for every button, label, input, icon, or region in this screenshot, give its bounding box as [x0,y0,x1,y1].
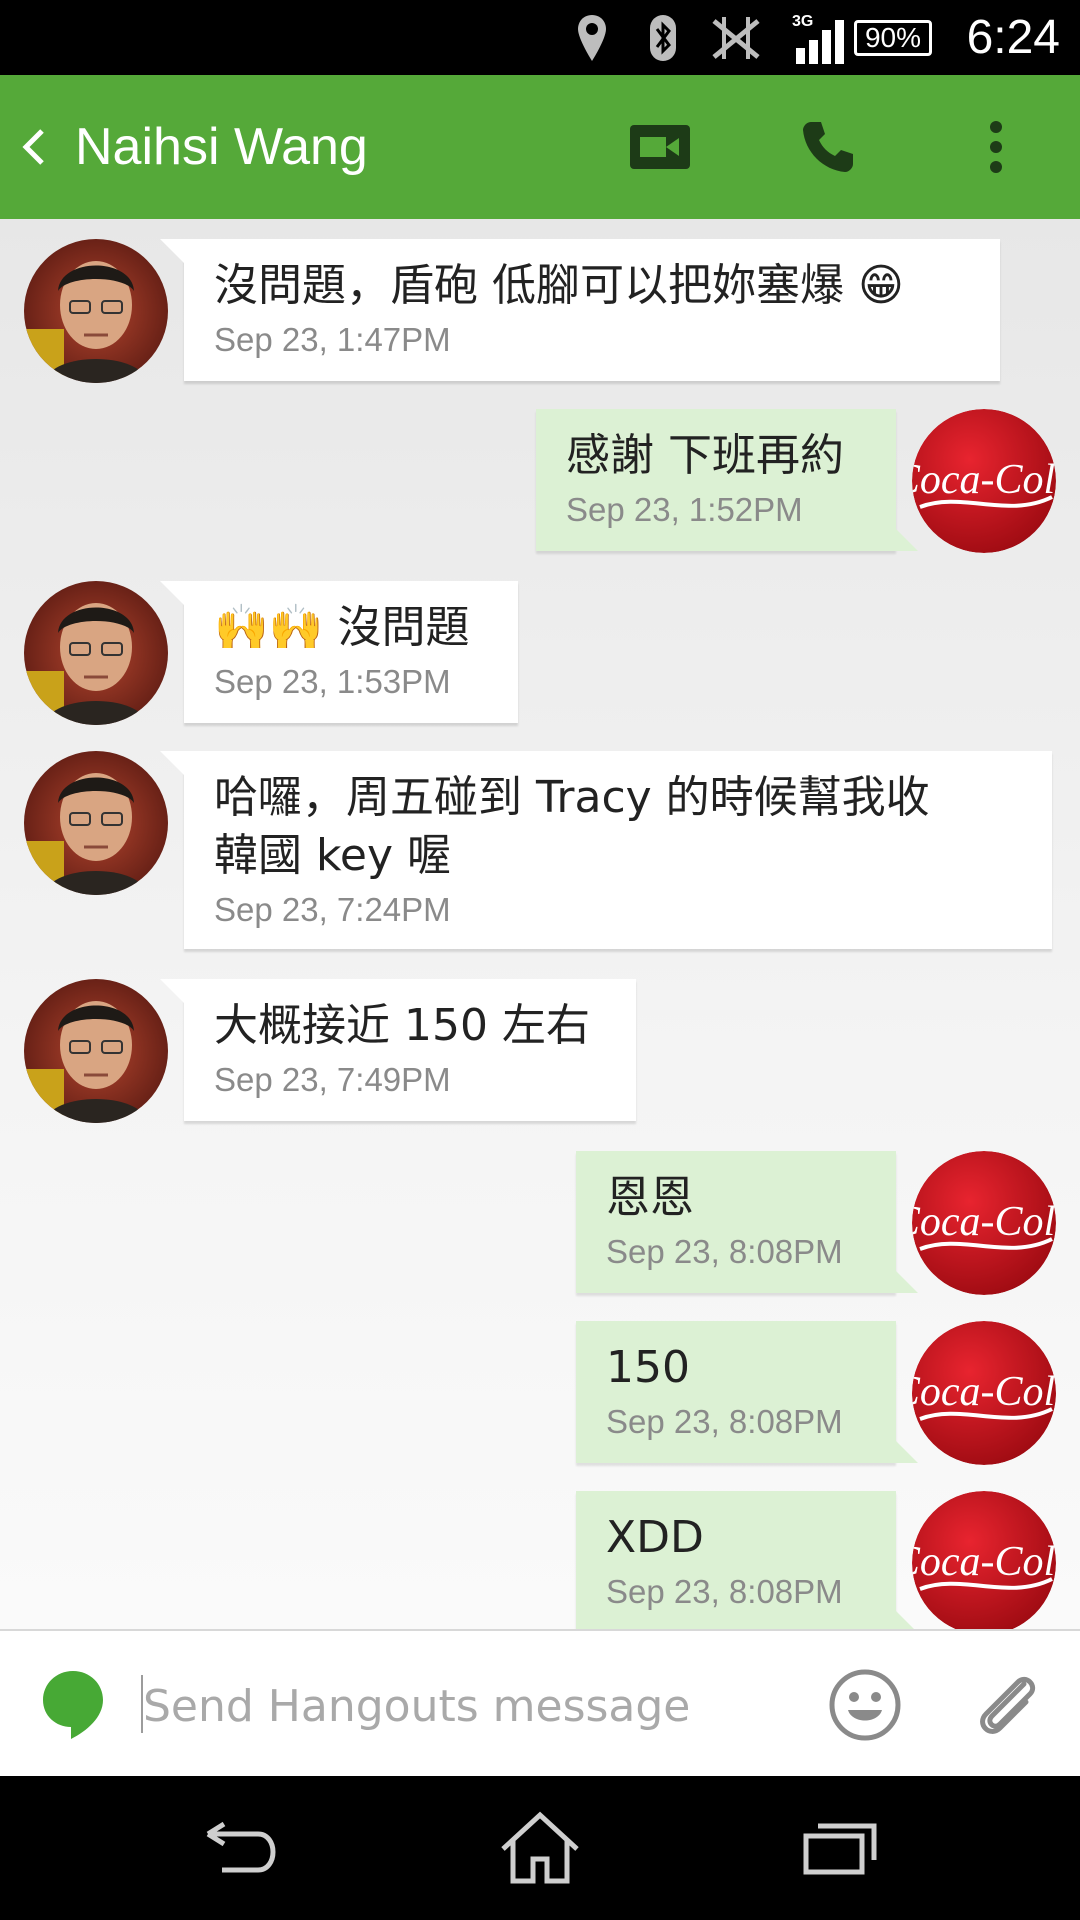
message-bubble-outgoing[interactable]: 恩恩 Sep 23, 8:08PM [576,1151,918,1293]
contact-avatar[interactable] [24,581,168,725]
message-timestamp: Sep 23, 8:08PM [606,1403,843,1440]
message-bubble-incoming[interactable]: 大概接近 150 左右 Sep 23, 7:49PM [160,979,636,1121]
message-timestamp: Sep 23, 8:08PM [606,1573,843,1610]
message-timestamp: Sep 23, 8:08PM [606,1233,843,1270]
my-avatar[interactable]: Coca-Cola [912,1491,1056,1629]
message-text: 🙌🙌 沒問題 [214,602,470,653]
contact-avatar[interactable] [24,239,168,383]
message-text: 哈囉，周五碰到 Tracy 的時候幫我收 韓國 key 喔 [214,772,930,881]
battery-indicator: 90% [854,0,932,75]
nav-home-button[interactable] [460,1776,620,1920]
message-timestamp: Sep 23, 1:52PM [566,491,803,528]
compose-bar [0,1629,1080,1778]
coca-cola-logo-text: Coca-Cola [912,1539,1056,1585]
location-icon [575,0,609,75]
message-bubble-incoming[interactable]: 哈囉，周五碰到 Tracy 的時候幫我收 韓國 key 喔 Sep 23, 7:… [160,751,1052,949]
my-avatar[interactable]: Coca-Cola [912,1321,1056,1465]
nav-recents-button[interactable] [760,1776,920,1920]
message-bubble-incoming[interactable]: 沒問題，盾砲 低腳可以把妳塞爆 😁 Sep 23, 1:47PM [160,239,1000,381]
message-text: 大概接近 150 左右 [214,1000,590,1051]
message-bubble-outgoing[interactable]: XDD Sep 23, 8:08PM [576,1491,918,1629]
system-nav-bar [0,1776,1080,1920]
home-icon [501,1811,579,1884]
coca-cola-logo-text: Coca-Cola [912,1369,1056,1415]
my-avatar[interactable]: Coca-Cola [912,409,1056,553]
recent-apps-icon [803,1823,877,1875]
clock: 6:24 [966,11,1060,64]
message-bubble-outgoing[interactable]: 感謝 下班再約 Sep 23, 1:52PM [536,409,918,551]
paperclip-icon [980,1676,1036,1734]
phone-icon [803,122,853,172]
video-camera-icon [630,125,690,169]
bluetooth-icon [648,0,678,75]
message-input[interactable] [143,1671,783,1741]
voice-call-button[interactable] [778,75,878,219]
my-avatar[interactable]: Coca-Cola [912,1151,1056,1295]
video-call-button[interactable] [610,75,710,219]
network-type: 3G [792,13,813,30]
message-text: 150 [606,1342,690,1393]
message-text: 沒問題，盾砲 低腳可以把妳塞爆 😁 [214,260,904,311]
status-bar: 3G 90% 6:24 [0,0,1080,75]
contact-avatar[interactable] [24,751,168,895]
signal-icon: 3G [792,0,850,75]
smiley-icon [829,1669,901,1740]
chevron-left-icon [22,129,44,165]
message-text: XDD [606,1512,704,1563]
contact-avatar[interactable] [24,979,168,1123]
nfc-icon [708,0,764,75]
attach-button[interactable] [962,1631,1052,1778]
app-bar: Naihsi Wang [0,75,1080,219]
back-arrow-icon [206,1821,276,1873]
back-button[interactable] [18,75,58,219]
conversation-title: Naihsi Wang [75,118,368,176]
message-list[interactable]: 沒問題，盾砲 低腳可以把妳塞爆 😁 Sep 23, 1:47PM 感謝 下班再約… [0,219,1080,1629]
message-bubble-incoming[interactable]: 🙌🙌 沒問題 Sep 23, 1:53PM [160,581,518,723]
message-timestamp: Sep 23, 1:53PM [214,663,451,700]
nav-back-button[interactable] [160,1776,320,1920]
battery-level: 90% [854,19,932,56]
message-text: 恩恩 [606,1172,694,1223]
emoji-button[interactable] [820,1631,910,1778]
message-text: 感謝 下班再約 [566,430,844,481]
coca-cola-logo-text: Coca-Cola [912,457,1056,503]
overflow-menu-button[interactable] [946,75,1046,219]
message-bubble-outgoing[interactable]: 150 Sep 23, 8:08PM [576,1321,918,1463]
message-timestamp: Sep 23, 7:24PM [214,891,451,928]
hangouts-icon [38,1631,108,1778]
coca-cola-logo-text: Coca-Cola [912,1199,1056,1245]
message-timestamp: Sep 23, 1:47PM [214,321,451,358]
message-timestamp: Sep 23, 7:49PM [214,1061,451,1098]
more-vert-icon [990,121,1002,173]
